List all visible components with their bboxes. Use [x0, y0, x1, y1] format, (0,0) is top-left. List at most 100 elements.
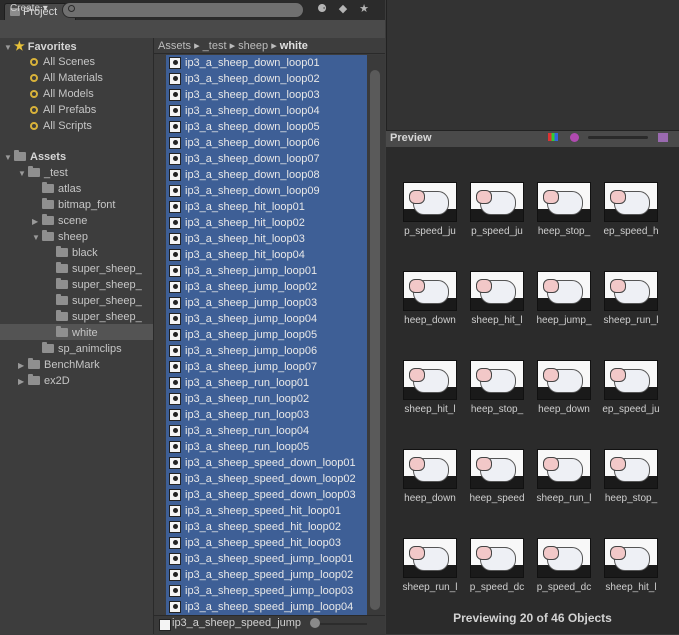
list-item[interactable]: ip3_a_sheep_speed_down_loop03: [166, 487, 367, 503]
list-item[interactable]: ip3_a_sheep_hit_loop01: [166, 199, 367, 215]
list-item-label: ip3_a_sheep_down_loop01: [185, 57, 320, 69]
list-item[interactable]: ip3_a_sheep_speed_jump_loop03: [166, 583, 367, 599]
list-item[interactable]: ip3_a_sheep_down_loop04: [166, 103, 367, 119]
folder-label: super_sheep_: [72, 263, 142, 275]
list-item[interactable]: ip3_a_sheep_run_loop04: [166, 423, 367, 439]
sheep-sprite-image: [403, 360, 457, 400]
folder-item[interactable]: white: [46, 325, 98, 341]
expand-arrow-icon[interactable]: ▶: [18, 358, 28, 374]
breadcrumb-item[interactable]: sheep: [238, 40, 268, 52]
list-item[interactable]: ip3_a_sheep_run_loop02: [166, 391, 367, 407]
folder-label: bitmap_font: [58, 199, 116, 211]
breadcrumb-item[interactable]: _test: [203, 40, 227, 52]
folder-item[interactable]: super_sheep_: [46, 293, 142, 309]
list-item[interactable]: ip3_a_sheep_jump_loop05: [166, 327, 367, 343]
icon-size-slider-knob[interactable]: [310, 618, 320, 628]
favorite-item[interactable]: All Prefabs: [30, 102, 96, 118]
list-item[interactable]: ip3_a_sheep_jump_loop03: [166, 295, 367, 311]
folder-icon: [56, 310, 68, 321]
list-item[interactable]: ip3_a_sheep_down_loop05: [166, 119, 367, 135]
folder-item[interactable]: ▼ _test: [18, 165, 68, 181]
list-item[interactable]: ip3_a_sheep_speed_jump_loop01: [166, 551, 367, 567]
sprite-thumbnail-icon: [169, 457, 181, 469]
favorite-item[interactable]: All Scenes: [30, 54, 95, 70]
folder-item[interactable]: super_sheep_: [46, 309, 142, 325]
icon-size-slider[interactable]: [312, 623, 367, 625]
favorite-item[interactable]: All Models: [30, 86, 94, 102]
list-item[interactable]: ip3_a_sheep_speed_down_loop01: [166, 455, 367, 471]
sprite-thumbnail-icon: [169, 121, 181, 133]
list-item[interactable]: ip3_a_sheep_down_loop03: [166, 87, 367, 103]
folder-item[interactable]: sp_animclips: [32, 341, 122, 357]
sheep-sprite-image: [604, 538, 658, 578]
list-item[interactable]: ip3_a_sheep_run_loop03: [166, 407, 367, 423]
list-item[interactable]: ip3_a_sheep_run_loop01: [166, 375, 367, 391]
preview-thumbnail: sheep_hit_l: [397, 360, 463, 430]
list-scrollbar-thumb[interactable]: [370, 70, 380, 610]
list-item[interactable]: ip3_a_sheep_speed_jump_loop02: [166, 567, 367, 583]
preview-caption: heep_down: [404, 493, 456, 504]
list-item[interactable]: ip3_a_sheep_hit_loop04: [166, 247, 367, 263]
list-item[interactable]: ip3_a_sheep_hit_loop02: [166, 215, 367, 231]
create-button[interactable]: Create ▾: [4, 1, 54, 17]
assets-root[interactable]: ▼ Assets: [4, 149, 66, 165]
favorite-star-icon[interactable]: ★: [357, 3, 371, 15]
preview-thumbnail: heep_speed: [464, 449, 530, 519]
list-item[interactable]: ip3_a_sheep_speed_hit_loop03: [166, 535, 367, 551]
preview-caption: heep_stop_: [470, 404, 524, 415]
folder-icon: [42, 198, 54, 209]
list-item[interactable]: ip3_a_sheep_jump_loop01: [166, 263, 367, 279]
folder-item[interactable]: ▼ sheep: [32, 229, 88, 245]
list-item[interactable]: ip3_a_sheep_speed_jump_loop04: [166, 599, 367, 615]
list-item[interactable]: ip3_a_sheep_down_loop06: [166, 135, 367, 151]
list-item[interactable]: ip3_a_sheep_down_loop07: [166, 151, 367, 167]
sprite-thumbnail-icon: [169, 425, 181, 437]
preview-caption: p_speed_ju: [471, 226, 523, 237]
list-item[interactable]: ip3_a_sheep_down_loop01: [166, 55, 367, 71]
favorites-header[interactable]: ▼ ★ Favorites: [4, 38, 77, 54]
checker-icon[interactable]: [658, 133, 668, 142]
folder-item[interactable]: bitmap_font: [32, 197, 115, 213]
list-item[interactable]: ip3_a_sheep_hit_loop03: [166, 231, 367, 247]
list-item[interactable]: ip3_a_sheep_down_loop08: [166, 167, 367, 183]
folder-item[interactable]: ▶ BenchMark: [18, 357, 100, 373]
list-item[interactable]: ip3_a_sheep_down_loop02: [166, 71, 367, 87]
list-item-label: ip3_a_sheep_speed_jump_loop04: [185, 601, 354, 613]
preview-caption: p_speed_dc: [536, 582, 592, 593]
filter-by-type-icon[interactable]: ⚈: [315, 3, 329, 15]
sheep-head: [409, 279, 425, 293]
expand-arrow-icon[interactable]: ▶: [32, 214, 42, 230]
expand-arrow-icon[interactable]: ▶: [18, 374, 28, 390]
folder-item[interactable]: black: [46, 245, 98, 261]
filter-by-label-icon[interactable]: ◆: [336, 3, 350, 15]
favorite-item[interactable]: All Scripts: [30, 118, 92, 134]
list-item-label: ip3_a_sheep_down_loop05: [185, 121, 320, 133]
list-item[interactable]: ip3_a_sheep_jump_loop06: [166, 343, 367, 359]
list-item[interactable]: ip3_a_sheep_down_loop09: [166, 183, 367, 199]
list-item[interactable]: ip3_a_sheep_jump_loop07: [166, 359, 367, 375]
folder-item[interactable]: super_sheep_: [46, 277, 142, 293]
folder-item[interactable]: ▶ ex2D: [18, 373, 70, 389]
collapse-arrow-icon[interactable]: ▼: [32, 230, 42, 246]
folder-item[interactable]: atlas: [32, 181, 81, 197]
list-item[interactable]: ip3_a_sheep_jump_loop02: [166, 279, 367, 295]
list-item[interactable]: ip3_a_sheep_jump_loop04: [166, 311, 367, 327]
list-item[interactable]: ip3_a_sheep_speed_down_loop02: [166, 471, 367, 487]
breadcrumb-item[interactable]: Assets: [158, 40, 191, 52]
preview-caption: ep_speed_ju: [602, 404, 660, 415]
breadcrumb-current[interactable]: white: [280, 40, 308, 52]
sprite-thumbnail-icon: [169, 105, 181, 117]
list-item[interactable]: ip3_a_sheep_run_loop05: [166, 439, 367, 455]
folder-item[interactable]: super_sheep_: [46, 261, 142, 277]
search-input[interactable]: [62, 2, 304, 18]
list-item[interactable]: ip3_a_sheep_speed_hit_loop01: [166, 503, 367, 519]
folder-item[interactable]: ▶ scene: [32, 213, 87, 229]
list-item[interactable]: ip3_a_sheep_speed_hit_loop02: [166, 519, 367, 535]
favorite-item[interactable]: All Materials: [30, 70, 103, 86]
preview-mip-slider[interactable]: [588, 136, 648, 139]
alpha-channel-icon[interactable]: [570, 133, 579, 142]
collapse-arrow-icon[interactable]: ▼: [18, 166, 28, 182]
rgb-channel-icon[interactable]: [548, 133, 558, 141]
folder-icon: [56, 326, 68, 337]
sprite-thumbnail-icon: [169, 185, 181, 197]
